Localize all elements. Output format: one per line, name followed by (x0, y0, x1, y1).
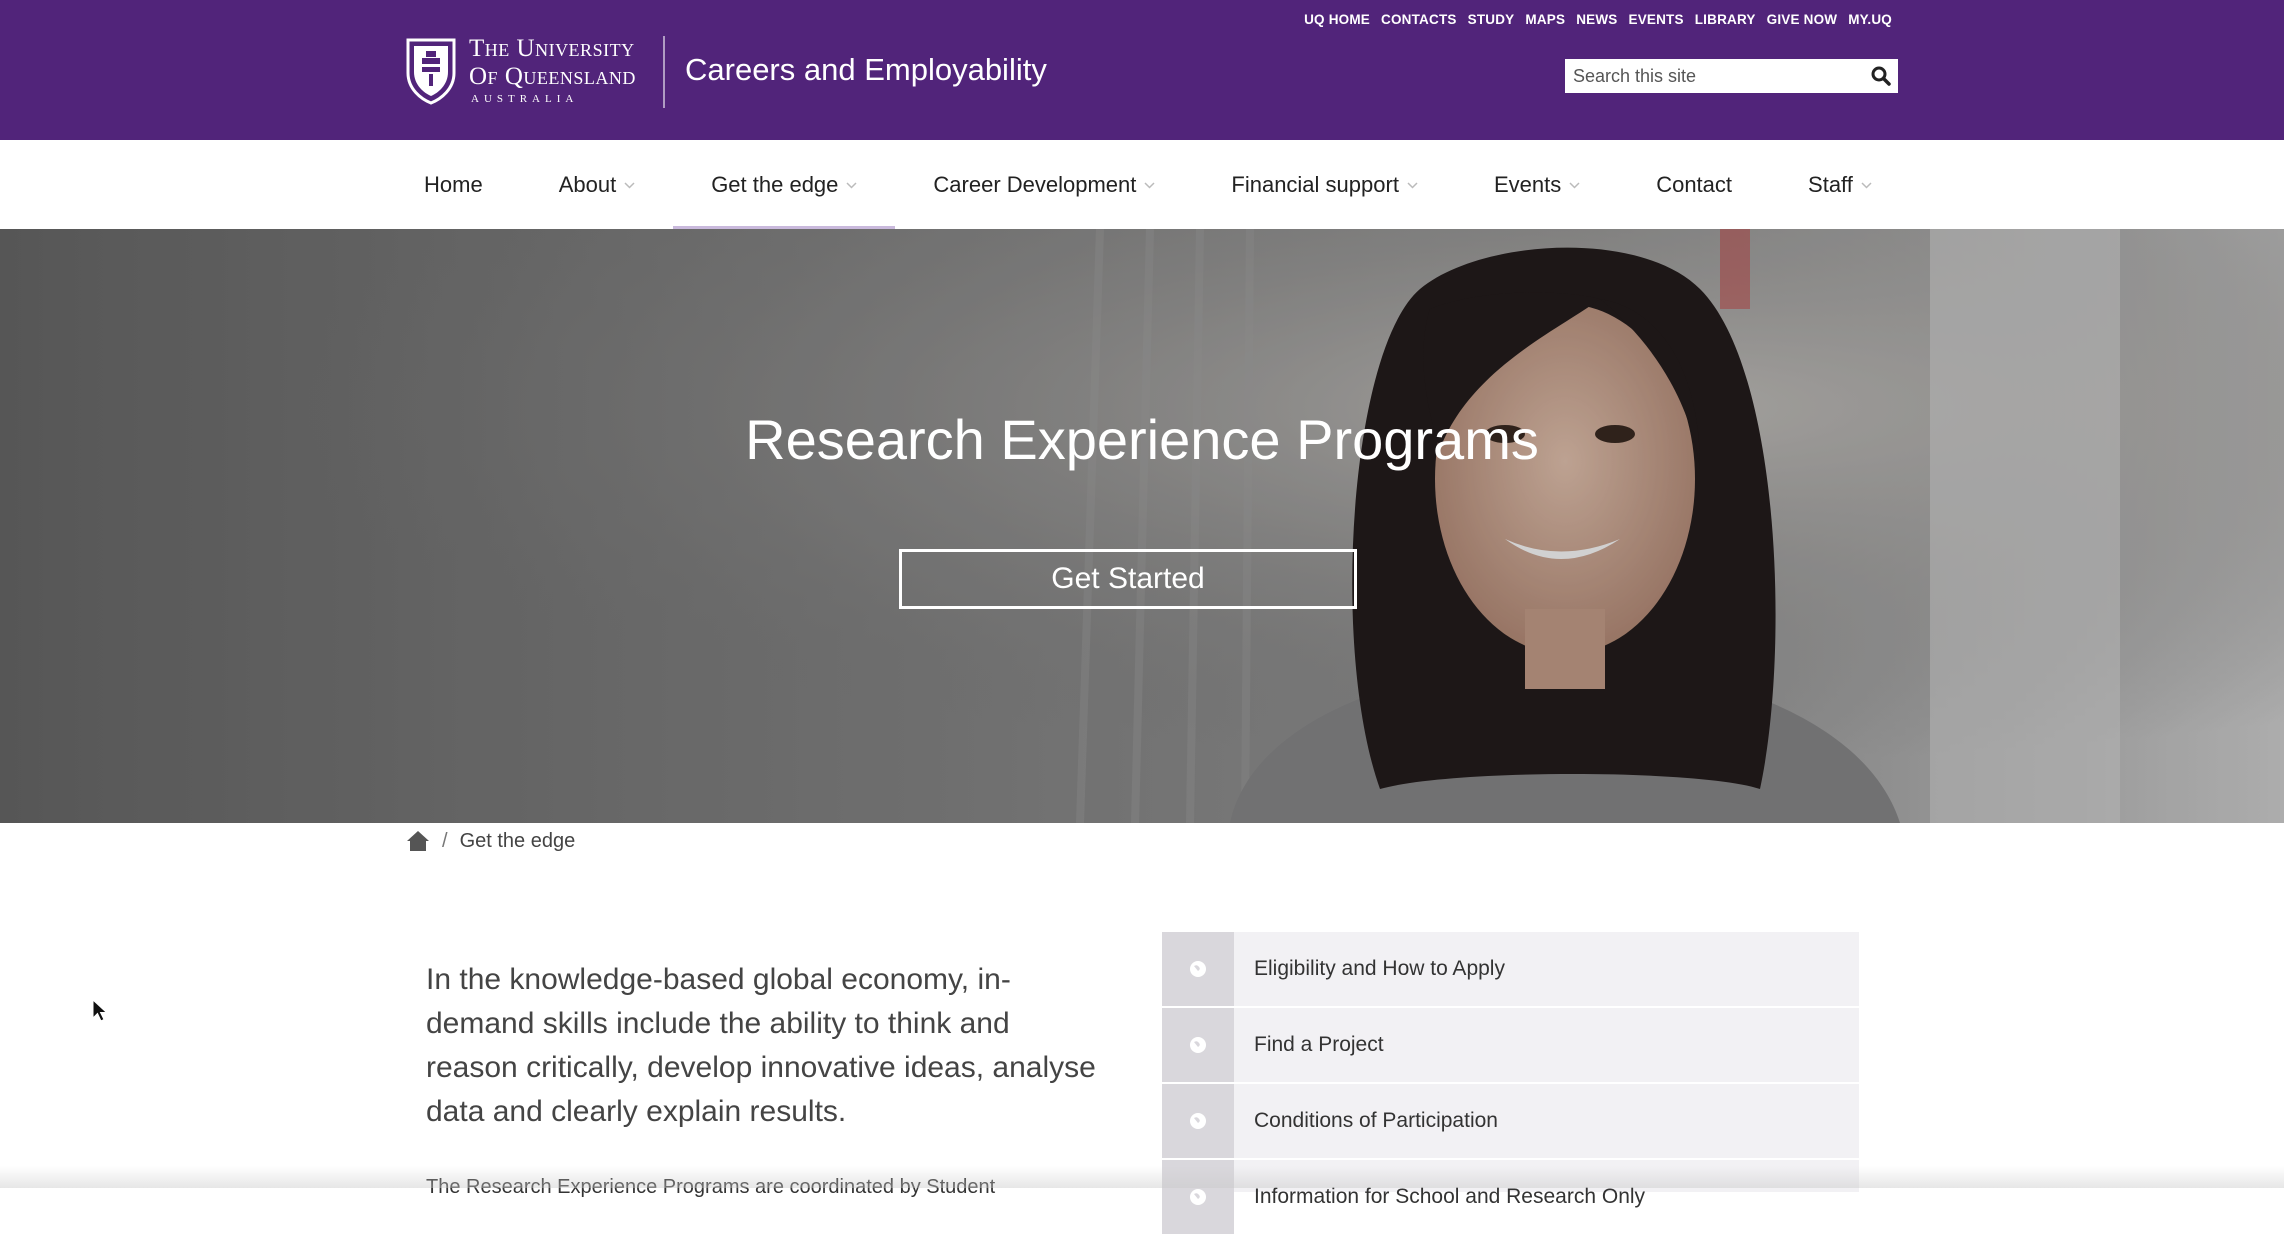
utility-link-uq-home[interactable]: UQ HOME (1304, 12, 1370, 27)
side-menu-label: Find a Project (1254, 1033, 1384, 1056)
nav-item-get-the-edge[interactable]: Get the edge (673, 140, 896, 229)
nav-item-label: Contact (1656, 171, 1733, 197)
logo-line-3: AUSTRALIA (471, 93, 579, 105)
chevron-down-icon (1569, 181, 1580, 189)
utility-link-news[interactable]: NEWS (1576, 12, 1617, 27)
nav-item-label: Staff (1808, 171, 1853, 197)
breadcrumb: / Get the edge (406, 826, 575, 856)
hero-banner: Research Experience Programs Get Started (0, 229, 2284, 823)
site-header: The University Of Queensland AUSTRALIA C… (0, 0, 2284, 140)
side-menu-label: Information for School and Research Only (1254, 1185, 1646, 1208)
chevron-down-icon (624, 181, 635, 189)
chevron-down-icon (846, 181, 857, 189)
logo-divider (663, 36, 665, 108)
utility-link-my-uq[interactable]: MY.UQ (1848, 12, 1892, 27)
nav-item-financial-support[interactable]: Financial support (1193, 140, 1456, 229)
globe-icon (1190, 1189, 1206, 1205)
page-bottom-fade (0, 1166, 2284, 1188)
nav-item-staff[interactable]: Staff (1770, 140, 1910, 229)
utility-link-events[interactable]: EVENTS (1629, 12, 1684, 27)
utility-link-give-now[interactable]: GIVE NOW (1767, 12, 1838, 27)
breadcrumb-current[interactable]: Get the edge (460, 830, 576, 853)
site-search (1565, 59, 1898, 93)
nav-item-career-development[interactable]: Career Development (895, 140, 1193, 229)
globe-icon (1190, 1037, 1206, 1053)
home-icon[interactable] (406, 830, 430, 852)
search-input[interactable] (1565, 61, 1864, 91)
globe-icon (1190, 1113, 1206, 1129)
globe-icon (1190, 961, 1206, 977)
hero-overlay (0, 229, 2284, 823)
intro-paragraph: In the knowledge-based global economy, i… (426, 963, 1096, 1128)
side-menu-icon-cell (1162, 1084, 1234, 1158)
nav-item-home[interactable]: Home (386, 140, 521, 229)
get-started-button[interactable]: Get Started (899, 549, 1357, 609)
nav-item-label: Events (1493, 171, 1562, 197)
side-menu-item-conditions[interactable]: Conditions of Participation (1162, 1084, 1859, 1160)
nav-item-label: About (558, 171, 617, 197)
nav-item-label: Home (424, 171, 483, 197)
nav-item-events[interactable]: Events (1456, 140, 1618, 229)
chevron-down-icon (1144, 181, 1155, 189)
breadcrumb-separator: / (442, 829, 448, 852)
side-menu-label: Eligibility and How to Apply (1254, 957, 1505, 980)
utility-links: UQ HOME CONTACTS STUDY MAPS NEWS EVENTS … (1304, 12, 1892, 27)
uq-logo[interactable]: The University Of Queensland AUSTRALIA (405, 34, 665, 108)
utility-link-study[interactable]: STUDY (1468, 12, 1515, 27)
utility-link-maps[interactable]: MAPS (1525, 12, 1565, 27)
side-menu-icon-cell (1162, 932, 1234, 1006)
side-menu-icon-cell (1162, 1008, 1234, 1082)
main-nav: Home About Get the edge Career Developme… (0, 140, 2284, 230)
mouse-pointer-icon (92, 999, 108, 1022)
chevron-down-icon (1861, 181, 1872, 189)
side-menu-item-eligibility[interactable]: Eligibility and How to Apply (1162, 932, 1859, 1008)
logo-wordmark: The University Of Queensland AUSTRALIA (469, 35, 636, 107)
search-button[interactable] (1864, 59, 1898, 93)
nav-item-about[interactable]: About (521, 140, 674, 229)
main-nav-list: Home About Get the edge Career Developme… (386, 140, 1910, 229)
utility-link-contacts[interactable]: CONTACTS (1381, 12, 1457, 27)
nav-item-label: Get the edge (711, 171, 839, 197)
site-title[interactable]: Careers and Employability (685, 52, 1047, 88)
chevron-down-icon (1407, 181, 1418, 189)
uq-crest-icon (406, 38, 456, 105)
search-icon (1871, 66, 1891, 86)
nav-item-contact[interactable]: Contact (1618, 140, 1770, 229)
side-menu-label: Conditions of Participation (1254, 1109, 1498, 1132)
side-menu: Eligibility and How to Apply Find a Proj… (1162, 932, 1859, 1236)
side-menu-item-find-project[interactable]: Find a Project (1162, 1008, 1859, 1084)
logo-line-1: The University (469, 35, 635, 62)
nav-item-label: Financial support (1231, 171, 1399, 197)
hero-title: Research Experience Programs (745, 408, 1539, 471)
logo-line-2: Of Queensland (469, 63, 636, 90)
nav-item-label: Career Development (933, 171, 1137, 197)
utility-link-library[interactable]: LIBRARY (1695, 12, 1756, 27)
